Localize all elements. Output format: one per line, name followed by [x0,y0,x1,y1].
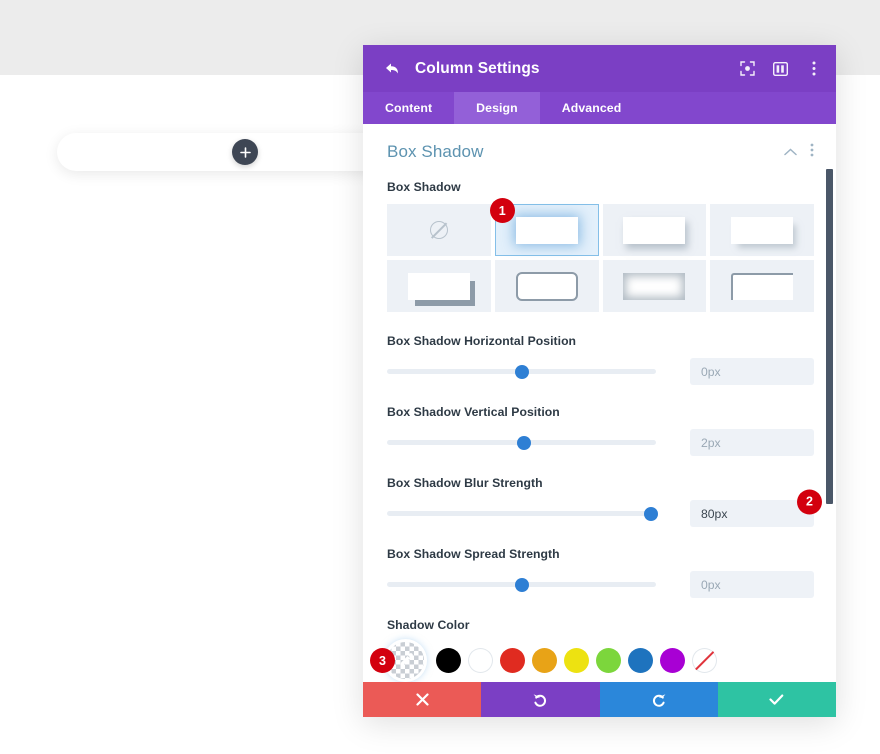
cancel-button[interactable] [363,682,482,717]
plus-icon [239,146,251,158]
redo-icon [652,693,666,707]
tab-content[interactable]: Content [363,92,454,124]
swatch-orange[interactable] [532,648,557,673]
spread-strength-label: Box Shadow Spread Strength [387,547,560,561]
slider-row-blur-strength: Box Shadow Blur Strength 80px 2 [387,476,822,527]
swatch-transparent[interactable] [692,648,717,673]
redo-button[interactable] [599,682,718,717]
box-shadow-preset-grid: 1 [387,198,814,312]
step-badge-3: 3 [370,648,395,673]
slider-row-horizontal-position: Box Shadow Horizontal Position 0px [387,334,814,385]
tab-advanced[interactable]: Advanced [540,92,644,124]
preset-preview [731,216,794,244]
modal-scrollbar-track[interactable] [824,124,833,682]
swatch-yellow[interactable] [564,648,589,673]
swatch-red[interactable] [500,648,525,673]
step-badge-1: 1 [489,198,515,223]
spread-strength-slider[interactable] [387,577,656,592]
swatch-purple[interactable] [660,648,685,673]
preset-preview [515,216,578,244]
undo-button[interactable] [481,682,600,717]
chevron-up-icon[interactable] [784,143,797,161]
blur-strength-value[interactable]: 80px [690,500,814,527]
modal-tab-bar: Content Design Advanced [363,92,836,124]
vertical-position-knob[interactable] [517,435,532,450]
fullscreen-icon[interactable] [739,60,756,77]
preset-outline[interactable] [494,260,599,312]
preset-corner[interactable] [710,260,814,312]
check-icon [769,694,784,705]
preset-preview [407,272,470,300]
eyedropper-icon [400,653,413,666]
swatch-white[interactable] [468,648,493,673]
box-shadow-section-header: Box Shadow [387,142,814,162]
back-arrow-icon[interactable] [381,59,401,79]
preset-glow[interactable]: 1 [489,198,599,256]
tab-design[interactable]: Design [454,92,540,124]
blur-strength-knob[interactable] [643,506,658,521]
shadow-color-swatch-row: 3 [370,642,814,679]
shadow-color-label: Shadow Color [387,618,470,632]
preset-preview [515,271,578,301]
box-shadow-field-label: Box Shadow [387,180,461,194]
undo-icon [533,693,547,707]
section-kebab-menu-icon[interactable] [810,143,814,162]
blur-strength-label: Box Shadow Blur Strength [387,476,543,490]
horizontal-position-label: Box Shadow Horizontal Position [387,334,577,348]
layout-columns-icon[interactable] [772,60,789,77]
step-badge-2: 2 [797,489,822,514]
preset-preview [623,272,686,300]
preset-inset[interactable] [602,260,707,312]
horizontal-position-knob[interactable] [514,364,529,379]
kebab-menu-icon[interactable] [805,60,822,77]
save-button[interactable] [717,682,836,717]
spread-strength-knob[interactable] [514,577,529,592]
modal-footer [363,682,836,717]
spread-strength-value[interactable]: 0px [690,571,814,598]
preset-hard-offset[interactable] [387,260,491,312]
modal-header: Column Settings [363,45,836,92]
no-shadow-icon [429,221,448,239]
preset-none[interactable] [387,204,491,256]
preset-preview [731,272,794,300]
shadow-color-current[interactable]: 3 [370,642,424,679]
preset-blurred-drop[interactable] [710,204,814,256]
slider-row-spread-strength: Box Shadow Spread Strength 0px [387,547,814,598]
vertical-position-slider[interactable] [387,435,656,450]
blur-strength-slider[interactable] [387,506,658,521]
modal-scrollbar-thumb[interactable] [826,169,833,504]
swatch-green[interactable] [596,648,621,673]
column-settings-modal: Column Settings Content Design Advanced … [363,45,836,717]
preset-preview [623,216,686,244]
vertical-position-label: Box Shadow Vertical Position [387,405,560,419]
horizontal-position-value[interactable]: 0px [690,358,814,385]
add-row-button[interactable] [232,139,258,165]
preset-soft-drop[interactable] [602,204,707,256]
modal-body: Box Shadow Box Shadow 1 Box Shadow Horiz… [363,124,836,682]
swatch-black[interactable] [436,648,461,673]
slider-row-vertical-position: Box Shadow Vertical Position 2px [387,405,814,456]
page-title: Column Settings [415,59,540,77]
swatch-blue[interactable] [628,648,653,673]
close-icon [416,693,429,706]
section-title: Box Shadow [387,142,484,161]
horizontal-position-slider[interactable] [387,364,656,379]
vertical-position-value[interactable]: 2px [690,429,814,456]
header-icon-group [739,60,822,77]
